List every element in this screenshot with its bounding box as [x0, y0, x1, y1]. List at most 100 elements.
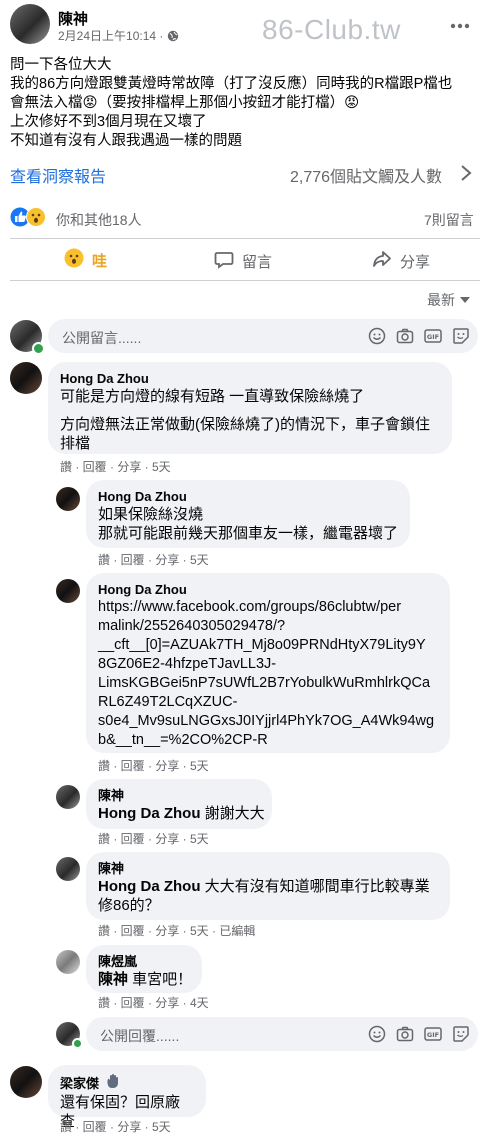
online-indicator [32, 342, 45, 355]
comment-bubble: 陳神 Hong Da Zhou 謝謝大大 [86, 779, 272, 829]
reactions-text[interactable]: 你和其他18人 [56, 210, 142, 230]
comment-text: Hong Da Zhou 謝謝大大 [98, 804, 265, 823]
comment-meta[interactable]: 讚 · 回覆 · 分享 · 5天 [60, 1120, 171, 1134]
commenter-avatar[interactable] [56, 785, 80, 809]
commenter-avatar[interactable] [10, 1066, 42, 1098]
mention-tag[interactable]: Hong Da Zhou [98, 878, 200, 895]
comment-text-body: 大大有沒有知道哪間車行比較專業 [200, 878, 430, 895]
commenter-name[interactable]: 陳神 [98, 860, 438, 877]
comment-input[interactable]: 公開留言...... GIF [48, 319, 478, 353]
camera-icon[interactable] [396, 327, 414, 345]
comment-meta[interactable]: 讚 · 回覆 · 分享 · 4天 [98, 996, 209, 1010]
comment-meta[interactable]: 讚 · 回覆 · 分享 · 5天 · 已編輯 [98, 924, 255, 938]
commenter-name[interactable]: Hong Da Zhou [98, 581, 438, 598]
wow-reaction-icon [26, 207, 46, 232]
commenter-avatar[interactable] [56, 487, 80, 511]
commenter-avatar[interactable] [10, 362, 42, 394]
post-line: 我的86方向燈跟雙黃燈時常故障（打了沒反應）同時我的R檔跟P檔也 [10, 76, 453, 92]
gif-icon[interactable]: GIF [424, 327, 442, 345]
comment-meta[interactable]: 讚 · 回覆 · 分享 · 5天 [98, 553, 209, 567]
comment-text: 可能是方向燈的線有短路 一直導致保險絲燒了 [60, 388, 365, 405]
comment-meta[interactable]: 讚 · 回覆 · 分享 · 5天 [98, 759, 209, 773]
comment-bubble: 陳神 Hong Da Zhou 大大有沒有知道哪間車行比較專業 修86的？ [86, 852, 450, 920]
emoji-icon[interactable] [368, 327, 386, 345]
mention-tag[interactable]: 陳神 [98, 971, 128, 988]
post-line: 上次修好不到3個月現在又壞了 [10, 114, 207, 130]
globe-icon [167, 30, 179, 45]
divider [10, 238, 480, 239]
link-line: 8GZ06E2-4hfzpeTJavLL3J- [98, 656, 277, 672]
emoji-icon[interactable] [368, 1025, 386, 1043]
comment-text: Hong Da Zhou 大大有沒有知道哪間車行比較專業 [98, 877, 438, 896]
comment-label: 留言 [242, 254, 273, 271]
commenter-avatar[interactable] [56, 950, 80, 974]
post-body: 問一下各位大大 我的86方向燈跟雙黃燈時常故障（打了沒反應）同時我的R檔跟P檔也… [10, 56, 485, 151]
timestamp-text: 2月24日上午10:14 · [58, 29, 167, 43]
reply-input[interactable]: 公開回覆...... GIF [86, 1017, 478, 1051]
post-timestamp[interactable]: 2月24日上午10:14 · [58, 27, 179, 45]
comment-placeholder: 公開留言...... [62, 330, 142, 346]
sort-label: 最新 [427, 292, 455, 308]
commenter-name[interactable]: Hong Da Zhou [60, 370, 440, 387]
sort-dropdown[interactable]: 最新 [427, 290, 470, 310]
comment-bubble: 陳煜嵐 陳神 車宮吧！ [86, 945, 202, 993]
insights-link[interactable]: 查看洞察報告 [10, 163, 106, 187]
comment-bubble: 梁家傑 還有保固？回原廠查 [48, 1065, 206, 1130]
sticker-icon[interactable] [452, 327, 470, 345]
post-line: 不知道有沒有人跟我遇過一樣的問題 [10, 133, 242, 149]
commenter-name[interactable]: 陳煜嵐 [98, 953, 190, 970]
reach-count[interactable]: 2,776個貼文觸及人數 [290, 163, 442, 187]
comment-link[interactable]: https://www.facebook.com/groups/86clubtw… [98, 598, 438, 750]
commenter-name[interactable]: 梁家傑 [60, 1073, 194, 1093]
reaction-icons[interactable] [10, 207, 50, 227]
comment-text: 如果保險絲沒燒 [98, 506, 204, 523]
comment-bubble: Hong Da Zhou 可能是方向燈的線有短路 一直導致保險絲燒了 方向燈無法… [48, 362, 452, 454]
wave-badge-icon [105, 1073, 121, 1093]
comment-meta[interactable]: 讚 · 回覆 · 分享 · 5天 [60, 460, 171, 474]
comment-icon [214, 249, 234, 274]
link-line: LimsKGBGei5nP7sUWfL2B7rYobulkWuRmhlrkQCa [98, 675, 431, 691]
commenter-name[interactable]: 陳神 [98, 787, 260, 804]
link-line: RL6Z49T2LCqXZUC- [98, 694, 238, 710]
commenter-avatar[interactable] [56, 579, 80, 603]
wow-button[interactable]: 哇 [64, 248, 107, 273]
svg-text:GIF: GIF [427, 333, 439, 341]
wow-icon [64, 248, 84, 273]
caret-down-icon [460, 291, 470, 309]
commenter-name-text: 梁家傑 [60, 1075, 100, 1091]
watermark: 86-Club.tw [262, 14, 401, 45]
commenter-name[interactable]: Hong Da Zhou [98, 488, 398, 505]
comment-count[interactable]: 7則留言 [424, 210, 474, 230]
commenter-avatar[interactable] [56, 857, 80, 881]
comment-text: 那就可能跟前幾天那個車友一樣，繼電器壞了 [98, 525, 399, 542]
post-line: 問一下各位大大 [10, 57, 112, 73]
post-line: 會無法入檔😡（要按排檔桿上那個小按鈕才能打檔）😡 [10, 95, 360, 111]
comment-meta[interactable]: 讚 · 回覆 · 分享 · 5天 [98, 832, 209, 846]
sticker-icon[interactable] [452, 1025, 470, 1043]
author-avatar[interactable] [10, 4, 50, 44]
share-icon [372, 249, 392, 274]
reply-placeholder: 公開回覆...... [100, 1028, 180, 1044]
link-line: s0e4_Mv9suLNGGxsJ0IYjjrl4PhYk7OG_A4Wk94w… [98, 713, 435, 729]
more-options-icon[interactable] [450, 16, 470, 34]
svg-text:GIF: GIF [427, 1031, 439, 1039]
link-line: https://www.facebook.com/groups/86clubtw… [98, 599, 402, 615]
mention-tag[interactable]: Hong Da Zhou [98, 805, 200, 822]
comment-bubble: Hong Da Zhou https://www.facebook.com/gr… [86, 573, 450, 753]
comment-text-body: 車宮吧！ [128, 971, 193, 988]
divider [10, 280, 480, 281]
gif-icon[interactable]: GIF [424, 1025, 442, 1043]
comment-text: 陳神 車宮吧！ [98, 970, 193, 989]
camera-icon[interactable] [396, 1025, 414, 1043]
chevron-right-icon[interactable] [460, 164, 472, 187]
link-line: b&__tn__=%2CO%2CP-R [98, 732, 268, 748]
share-label: 分享 [400, 254, 431, 271]
author-name[interactable]: 陳神 [58, 8, 88, 29]
comment-button[interactable]: 留言 [214, 249, 272, 274]
comment-text: 修86的？ [98, 897, 160, 914]
comment-text-body: 謝謝大大 [200, 805, 265, 822]
wow-label: 哇 [92, 253, 108, 270]
comment-text: 排檔 [60, 435, 91, 452]
share-button[interactable]: 分享 [372, 249, 430, 274]
link-line: __cft__[0]=AZUAk7TH_Mj8o09PRNdHtyX79Lity… [98, 637, 426, 653]
